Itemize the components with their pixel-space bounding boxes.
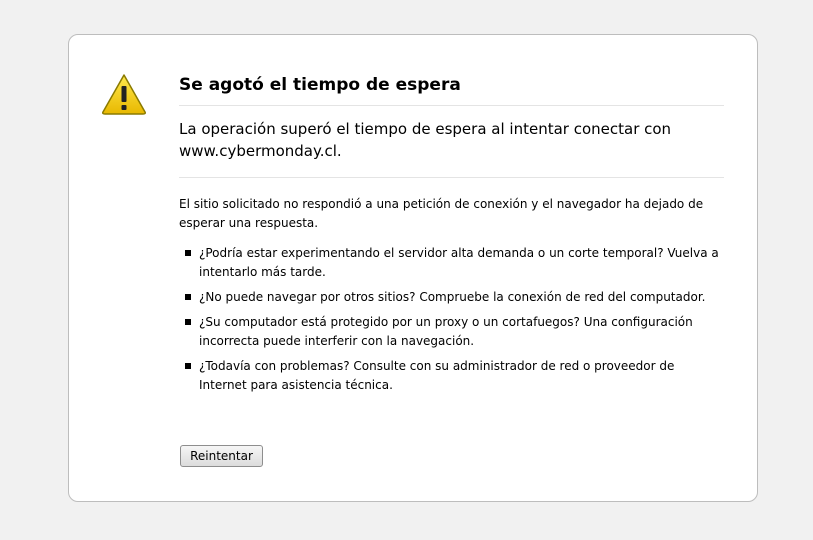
bullet-icon	[185, 250, 191, 256]
suggestion-text: ¿Podría estar experimentando el servidor…	[199, 246, 719, 279]
suggestion-text: ¿No puede navegar por otros sitios? Comp…	[199, 290, 706, 304]
suggestion-text: ¿Todavía con problemas? Consulte con su …	[199, 359, 675, 392]
suggestion-item: ¿Podría estar experimentando el servidor…	[179, 244, 724, 282]
retry-button[interactable]: Reintentar	[180, 445, 263, 467]
suggestion-text: ¿Su computador está protegido por un pro…	[199, 315, 693, 348]
error-short-description: La operación superó el tiempo de espera …	[179, 106, 724, 178]
suggestion-item: ¿Su computador está protegido por un pro…	[179, 313, 724, 351]
error-long-description: El sitio solicitado no respondió a una p…	[179, 197, 704, 230]
error-content: Se agotó el tiempo de espera La operació…	[179, 73, 724, 401]
suggestion-item: ¿Todavía con problemas? Consulte con su …	[179, 357, 724, 395]
error-page-container: Se agotó el tiempo de espera La operació…	[68, 34, 758, 502]
suggestion-item: ¿No puede navegar por otros sitios? Comp…	[179, 288, 724, 307]
suggestion-list: ¿Podría estar experimentando el servidor…	[179, 244, 724, 395]
bullet-icon	[185, 363, 191, 369]
bullet-icon	[185, 294, 191, 300]
bullet-icon	[185, 319, 191, 325]
warning-icon	[102, 74, 146, 115]
error-title: Se agotó el tiempo de espera	[179, 73, 724, 106]
